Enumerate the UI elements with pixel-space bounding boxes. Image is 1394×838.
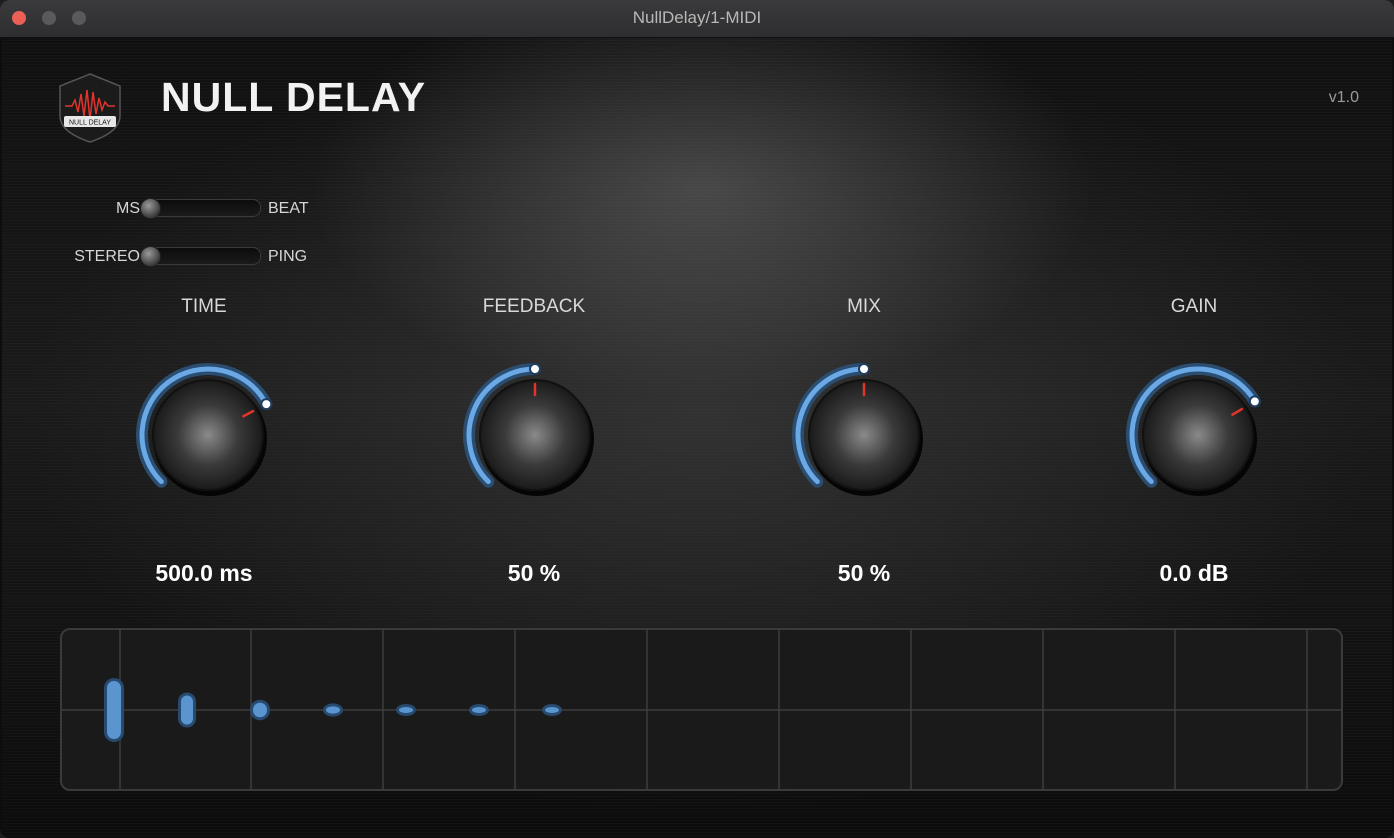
gain-knob[interactable] (1118, 355, 1278, 515)
mix-value: 50 % (837, 560, 891, 586)
window-title: NullDelay/1-MIDI (632, 8, 762, 27)
switch-stereo-label: STEREO (74, 248, 140, 265)
switch-ms-label: MS (116, 200, 140, 217)
knob-body (808, 379, 920, 491)
feedback-knob[interactable] (455, 355, 615, 515)
logo-text: NULL DELAY (69, 120, 111, 127)
time-value: 500.0 ms (155, 560, 253, 586)
knob-body (1142, 379, 1254, 491)
knob-value-dot (529, 363, 541, 375)
null-delay-logo: NULL DELAY (59, 73, 121, 143)
tap-marker (181, 695, 193, 725)
gain-value: 0.0 dB (1159, 560, 1229, 586)
knob-value-dot (858, 363, 870, 375)
knob-body (152, 379, 264, 491)
plugin-window: NullDelay/1-MIDI NULL DELAY NULL DELAY v… (0, 0, 1394, 838)
knob-value-dot (260, 398, 273, 411)
feedback-label: FEEDBACK (482, 296, 586, 317)
stereo-ping-switch-thumb[interactable] (140, 246, 161, 267)
plugin-name: NULL DELAY (161, 74, 427, 120)
time-label: TIME (181, 296, 227, 317)
knob-value-dot (1248, 395, 1261, 408)
tap-marker (472, 707, 486, 713)
tap-marker (253, 702, 267, 718)
tap-marker (399, 707, 413, 713)
ms-beat-switch-thumb[interactable] (140, 198, 161, 219)
delay-tap-display (60, 628, 1343, 791)
tap-marker (326, 706, 340, 714)
ms-beat-switch[interactable] (140, 198, 261, 219)
title-bar[interactable]: NullDelay/1-MIDI (0, 0, 1394, 38)
knob-body (479, 379, 591, 491)
delay-tap-graph (62, 630, 1341, 789)
mix-knob[interactable] (784, 355, 944, 515)
mix-label: MIX (847, 296, 881, 317)
stereo-ping-switch[interactable] (140, 246, 261, 267)
time-knob[interactable] (128, 355, 288, 515)
switch-beat-label: BEAT (268, 200, 309, 217)
feedback-value: 50 % (507, 560, 561, 586)
switch-ping-label: PING (268, 248, 308, 265)
tap-marker (545, 707, 559, 713)
gain-label: GAIN (1170, 296, 1218, 317)
tap-marker (107, 681, 121, 739)
version-label: v1.0 (1328, 89, 1359, 106)
